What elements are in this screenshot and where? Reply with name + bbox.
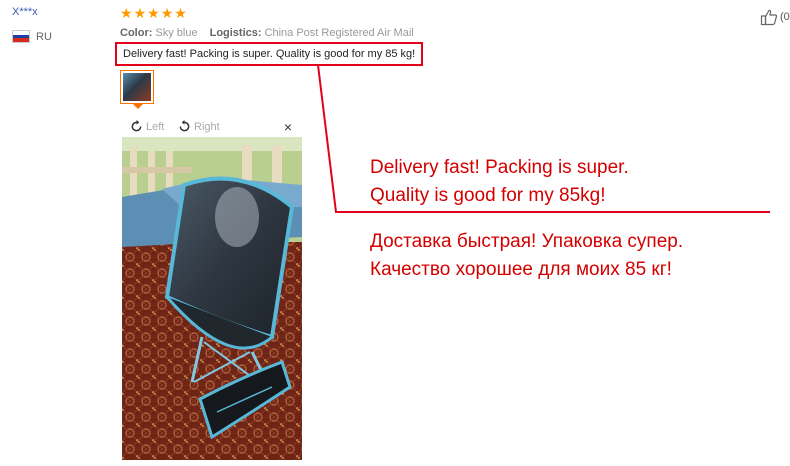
helpful-button[interactable]: (0 — [760, 8, 790, 26]
russian-caption: Доставка быстрая! Упаковка супер. Качест… — [370, 228, 683, 284]
thumbs-up-icon — [760, 9, 778, 26]
russian-caption-line1: Доставка быстрая! Упаковка супер. — [370, 231, 684, 252]
english-caption: Delivery fast! Packing is super. Quality… — [370, 154, 629, 210]
english-caption-line1: Delivery fast! Packing is super. — [370, 157, 629, 178]
helpful-count: (0 — [780, 11, 790, 23]
english-caption-line2: Quality is good for my 85kg! — [370, 185, 606, 206]
russian-caption-line2: Качество хорошее для моих 85 кг! — [370, 259, 672, 280]
